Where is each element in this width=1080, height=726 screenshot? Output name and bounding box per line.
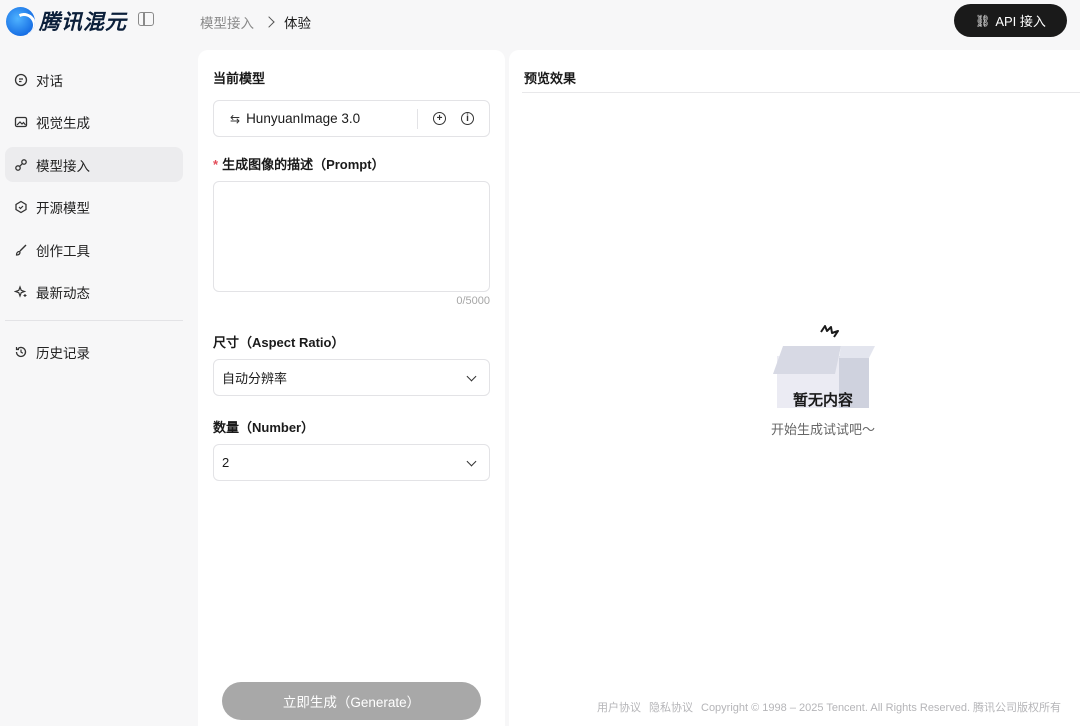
config-panel: 当前模型 ⇆ HunyuanImage 3.0 + i * 生成图像的描述（Pro… xyxy=(198,50,505,726)
history-icon xyxy=(14,345,28,359)
brush-icon xyxy=(14,243,28,257)
preview-panel: 预览效果 xyxy=(509,50,1080,726)
prompt-label: * 生成图像的描述（Prompt） xyxy=(213,154,385,173)
size-select-value: 自动分辨率 xyxy=(222,371,288,386)
breadcrumb-parent[interactable]: 模型接入 xyxy=(200,12,254,32)
sidebar-item-label: 历史记录 xyxy=(36,346,90,361)
sidebar-item-chat[interactable]: 对话 xyxy=(5,62,183,97)
prompt-input[interactable] xyxy=(213,181,490,292)
chevron-down-icon xyxy=(466,456,477,467)
size-select[interactable]: 自动分辨率 xyxy=(213,359,490,396)
sidebar-item-open-source[interactable]: 开源模型 xyxy=(5,190,183,225)
breadcrumb-current: 体验 xyxy=(284,16,311,31)
footer-privacy-link[interactable]: 隐私协议 xyxy=(649,702,693,714)
sidebar-item-label: 对话 xyxy=(36,73,63,89)
chevron-right-icon xyxy=(263,16,275,28)
swap-icon: ⇆ xyxy=(230,111,241,126)
api-access-button[interactable]: ⛓ API 接入 xyxy=(954,4,1067,37)
current-model-label: 当前模型 xyxy=(213,71,266,86)
hunyuan-logo-icon xyxy=(6,6,35,36)
image-icon xyxy=(14,115,28,129)
generate-button[interactable]: 立即生成（Generate） xyxy=(222,682,481,720)
model-access-icon xyxy=(14,158,28,172)
empty-subtitle: 开始生成试试吧～ xyxy=(770,422,875,437)
sidebar-item-visual-generation[interactable]: 视觉生成 xyxy=(5,105,183,140)
model-selector[interactable]: ⇆ HunyuanImage 3.0 + i xyxy=(213,100,490,137)
sidebar-item-history[interactable]: 历史记录 xyxy=(5,335,183,370)
add-icon[interactable]: + xyxy=(433,112,446,125)
sidebar-item-label: 模型接入 xyxy=(36,158,90,174)
preview-divider xyxy=(522,92,1080,93)
preview-title: 预览效果 xyxy=(524,71,577,86)
footer-user-agreement-link[interactable]: 用户协议 xyxy=(597,702,641,714)
model-name: HunyuanImage 3.0 xyxy=(246,111,361,126)
brand-logo[interactable]: 腾讯混元 xyxy=(6,6,127,36)
chevron-down-icon xyxy=(466,371,477,382)
empty-title: 暂无内容 xyxy=(792,392,853,409)
sidebar-item-label: 视觉生成 xyxy=(36,116,90,131)
sidebar-item-label: 创作工具 xyxy=(36,243,90,259)
sidebar-item-latest-news[interactable]: 最新动态 xyxy=(5,275,183,310)
prompt-label-text: 生成图像的描述（Prompt） xyxy=(222,157,385,172)
sidebar-nav: 对话 视觉生成 模型接入 开源模型 创作工具 最新动态 历史记录 xyxy=(5,62,183,377)
sidebar-item-label: 开源模型 xyxy=(36,201,90,216)
required-star: * xyxy=(213,157,219,172)
chat-icon xyxy=(14,73,28,87)
info-icon[interactable]: i xyxy=(461,112,474,125)
sparkle-icon xyxy=(14,285,28,299)
model-divider xyxy=(417,109,418,129)
footer-copyright: Copyright © 1998 – 2025 Tencent. All Rig… xyxy=(701,702,1062,714)
sidebar-item-creation-tools[interactable]: 创作工具 xyxy=(5,232,183,267)
link-icon: ⛓ xyxy=(975,13,991,28)
number-select[interactable]: 2 xyxy=(213,444,490,481)
breadcrumb: 模型接入 体验 xyxy=(200,12,311,32)
brand-name: 腾讯混元 xyxy=(39,11,127,34)
size-label: 尺寸（Aspect Ratio） xyxy=(213,335,345,350)
number-label: 数量（Number） xyxy=(213,420,315,435)
sidebar-divider xyxy=(5,319,183,321)
footer: 用户协议 隐私协议 Copyright © 1998 – 2025 Tencent.… xyxy=(597,699,1069,715)
open-source-icon xyxy=(14,200,28,214)
sidebar-item-label: 最新动态 xyxy=(36,286,90,301)
number-select-value: 2 xyxy=(222,455,230,470)
sidebar-item-model-access[interactable]: 模型接入 xyxy=(5,147,183,182)
top-bar: 腾讯混元 模型接入 体验 ⛓ API 接入 xyxy=(0,0,1080,42)
prompt-char-counter: 0/5000 xyxy=(456,295,490,307)
sidebar-toggle-icon[interactable] xyxy=(138,12,154,26)
api-access-label: API 接入 xyxy=(995,14,1046,29)
